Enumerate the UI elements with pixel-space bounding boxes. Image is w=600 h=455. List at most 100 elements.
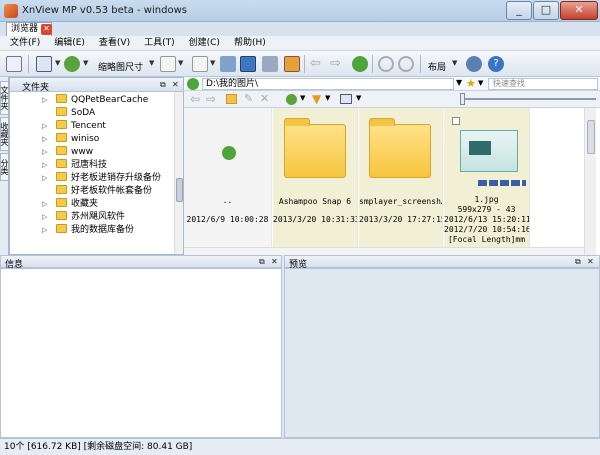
- menu-view[interactable]: 查看(V): [99, 36, 130, 50]
- chevron-down-icon[interactable]: ▼: [210, 59, 215, 67]
- chevron-down-icon[interactable]: ▼: [149, 59, 154, 67]
- tree-item[interactable]: ▷ Tencent: [42, 120, 106, 133]
- close-tab-icon[interactable]: ✕: [41, 24, 52, 35]
- expand-icon[interactable]: ▷: [42, 146, 47, 159]
- address-bar: D:\我的图片\ ▼ ★ ▼ 快速查找: [184, 77, 600, 91]
- folder-icon: [56, 224, 67, 233]
- chevron-down-icon[interactable]: ▼: [452, 59, 457, 67]
- thumbnail-size-button[interactable]: 缩略图尺寸: [98, 60, 143, 73]
- settings-gear-icon[interactable]: [466, 56, 482, 72]
- forward-arrow-icon[interactable]: ⇨: [330, 56, 346, 72]
- menu-create[interactable]: 创建(C): [189, 36, 220, 50]
- side-tab-folders[interactable]: 文件夹: [0, 81, 9, 115]
- chevron-down-icon[interactable]: ▼: [178, 59, 183, 67]
- select-checkbox[interactable]: [452, 117, 460, 125]
- export-icon[interactable]: [192, 56, 208, 72]
- tree-item[interactable]: ▷ 苏州飓风软件: [42, 211, 125, 224]
- close-panel-icon[interactable]: ✕: [172, 80, 179, 89]
- sort-icon[interactable]: [286, 94, 297, 105]
- close-window-button[interactable]: ✕: [560, 1, 598, 20]
- chevron-down-icon[interactable]: ▼: [325, 94, 330, 102]
- tree-item[interactable]: 好老板软件帐套备份: [56, 185, 152, 198]
- tree-item[interactable]: ▷ QQPetBearCache: [42, 94, 148, 107]
- chevron-down-icon[interactable]: ▼: [83, 59, 88, 67]
- expand-icon[interactable]: ▷: [42, 172, 47, 185]
- quick-search-input[interactable]: 快速查找: [488, 78, 598, 90]
- thumbnail-name: 1.jpg: [474, 195, 499, 204]
- favorite-star-icon[interactable]: ★: [466, 77, 476, 90]
- view-mode-icon[interactable]: [36, 56, 52, 72]
- tree-item[interactable]: ▷ 收藏夹: [42, 198, 98, 211]
- tree-item[interactable]: ▷ 冠唐科技: [42, 159, 107, 172]
- folders-panel-header: 文件夹 ⧉ ✕: [10, 78, 183, 93]
- sort-icon[interactable]: [64, 56, 80, 72]
- thumbnail-item[interactable]: Ashampoo Snap 6 2013/3/20 10:31:33: [273, 108, 358, 248]
- chevron-down-icon[interactable]: ▼: [478, 79, 483, 87]
- filter-icon[interactable]: [160, 56, 176, 72]
- title-bar[interactable]: XnView MP v0.53 beta - windows _ □ ✕: [0, 0, 600, 22]
- thumbnail-hscrollbar[interactable]: [184, 247, 584, 255]
- expand-icon[interactable]: ▷: [42, 198, 47, 211]
- tree-item[interactable]: ▷ winiso: [42, 133, 99, 146]
- minimize-button[interactable]: _: [506, 1, 532, 20]
- folder-scrollbar[interactable]: [174, 92, 183, 254]
- edit-icon[interactable]: ✎: [244, 92, 253, 105]
- rotate-left-icon[interactable]: [378, 56, 394, 72]
- tree-item[interactable]: ▷ www: [42, 146, 93, 159]
- capture-icon[interactable]: [240, 56, 256, 72]
- float-panel-icon[interactable]: ⧉: [575, 257, 581, 267]
- menu-help[interactable]: 帮助(H): [234, 36, 266, 50]
- delete-icon[interactable]: ✕: [260, 92, 269, 105]
- chevron-down-icon[interactable]: ▼: [300, 94, 305, 102]
- close-panel-icon[interactable]: ✕: [587, 257, 594, 266]
- float-panel-icon[interactable]: ⧉: [160, 80, 166, 90]
- expand-icon[interactable]: ▷: [42, 120, 47, 133]
- back-arrow-icon[interactable]: ⇦: [190, 92, 200, 106]
- image-editor-icon[interactable]: [284, 56, 300, 72]
- tree-item[interactable]: ▷ 我的数据库备份: [42, 224, 134, 237]
- batch-convert-icon[interactable]: [220, 56, 236, 72]
- maximize-button[interactable]: □: [533, 1, 559, 20]
- thumbnail-item[interactable]: 1.jpg 599x279 - 43 2012/6/13 15:20:11 20…: [444, 108, 530, 248]
- expand-icon[interactable]: ▷: [42, 224, 47, 237]
- menu-edit[interactable]: 编辑(E): [54, 36, 85, 50]
- expand-icon[interactable]: ▷: [42, 133, 47, 146]
- tree-item[interactable]: ▷ 好老板进销存升级备份: [42, 172, 161, 185]
- expand-icon[interactable]: ▷: [42, 159, 47, 172]
- view-mode-icon[interactable]: [340, 94, 352, 104]
- scrollbar-thumb[interactable]: [176, 178, 183, 202]
- folder-icon: [56, 172, 67, 181]
- zoom-slider-track[interactable]: [464, 98, 596, 100]
- thumbnail-item[interactable]: .. 2012/6/9 10:00:28: [184, 108, 272, 248]
- forward-arrow-icon[interactable]: ⇨: [206, 92, 216, 106]
- side-tab-favorites[interactable]: 收藏夹: [0, 117, 9, 151]
- filter-funnel-icon[interactable]: ▼: [312, 92, 321, 106]
- slideshow-icon[interactable]: [262, 56, 278, 72]
- rotate-right-icon[interactable]: [398, 56, 414, 72]
- tree-item[interactable]: SoDA: [56, 107, 95, 120]
- menu-tools[interactable]: 工具(T): [144, 36, 175, 50]
- float-panel-icon[interactable]: ⧉: [259, 257, 265, 267]
- back-arrow-icon[interactable]: ⇦: [310, 56, 326, 72]
- fullscreen-icon[interactable]: [6, 56, 22, 72]
- chevron-down-icon[interactable]: ▼: [356, 94, 361, 102]
- folder-icon: [56, 198, 67, 207]
- path-input[interactable]: D:\我的图片\: [202, 78, 454, 90]
- expand-icon[interactable]: ▷: [42, 211, 47, 224]
- go-up-icon[interactable]: [187, 78, 199, 90]
- new-folder-icon[interactable]: [226, 94, 237, 104]
- thumbnail-item[interactable]: smplayer_screensh… 2013/3/20 17:27:15: [359, 108, 443, 248]
- refresh-icon[interactable]: [352, 56, 368, 72]
- chevron-down-icon[interactable]: ▼: [456, 78, 462, 87]
- help-icon[interactable]: ?: [488, 56, 504, 72]
- scrollbar-thumb[interactable]: [587, 120, 595, 154]
- chevron-down-icon[interactable]: ▼: [55, 59, 60, 67]
- layout-button[interactable]: 布局: [428, 60, 446, 73]
- menu-file[interactable]: 文件(F): [10, 36, 40, 50]
- thumbnail-scrollbar[interactable]: [584, 108, 596, 255]
- zoom-slider-handle[interactable]: [460, 93, 465, 105]
- folder-icon: [56, 94, 67, 103]
- close-panel-icon[interactable]: ✕: [271, 257, 278, 266]
- side-tab-categories[interactable]: 分类: [0, 153, 9, 181]
- expand-icon[interactable]: ▷: [42, 94, 47, 107]
